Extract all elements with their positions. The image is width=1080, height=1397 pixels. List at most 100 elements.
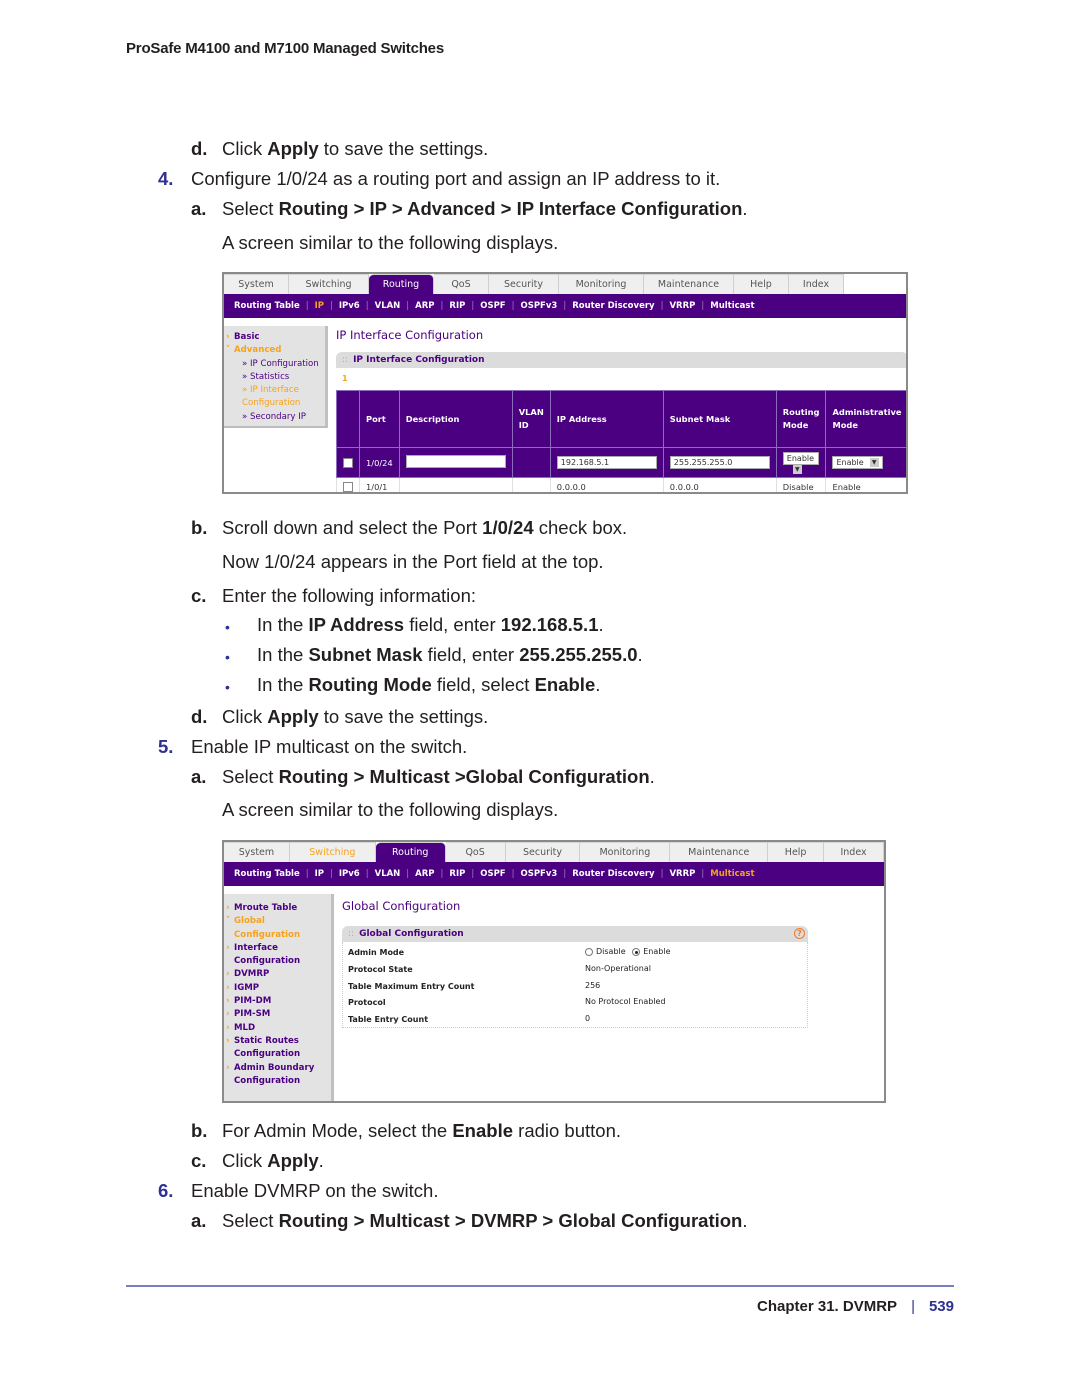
routing-mode-select[interactable]: Enable▼ (782, 451, 820, 474)
ip-address-value: 0.0.0.0 (549, 477, 664, 492)
subnav-ipv6[interactable]: IPv6 (339, 301, 360, 311)
step-5: 5. Enable IP multicast on the switch. (158, 736, 468, 757)
tab-system[interactable]: System (224, 274, 289, 294)
sidebar-item-static-routes[interactable]: › Static Routes (224, 1035, 331, 1048)
subnav-ip[interactable]: IP (315, 301, 324, 311)
sidebar-item-dvmrp[interactable]: › DVMRP (224, 968, 331, 981)
admin-mode-value: Enable (825, 477, 906, 492)
chevron-down-icon: ˅ (226, 345, 231, 356)
chapter-label: Chapter 31. DVMRP (757, 1298, 898, 1315)
sidebar-item-basic[interactable]: › Basic (224, 331, 325, 344)
sidebar-item-pim-sm[interactable]: › PIM-SM (224, 1008, 331, 1021)
main-tabs: System Switching Routing QoS Security Mo… (224, 842, 884, 862)
routing-mode-value: Disable (775, 477, 827, 492)
sidebar-item-static-routes-cont[interactable]: Configuration (224, 1048, 331, 1061)
table-entry-count-value: 0 (585, 1014, 591, 1023)
subnav-router-discovery[interactable]: Router Discovery (572, 869, 654, 879)
step-6: 6. Enable DVMRP on the switch. (158, 1180, 439, 1201)
sidebar-item-mroute-table[interactable]: › Mroute Table (224, 902, 331, 915)
step-5b: b. For Admin Mode, select the Enable radi… (191, 1120, 622, 1141)
subnav-ospf[interactable]: OSPF (480, 301, 505, 311)
sidebar-item-admin-boundary[interactable]: › Admin Boundary (224, 1062, 331, 1075)
protocol-value: No Protocol Enabled (585, 997, 666, 1006)
subnav-rip[interactable]: RIP (449, 869, 465, 879)
subnav-routing-table[interactable]: Routing Table (234, 869, 300, 879)
tab-help[interactable]: Help (768, 842, 825, 862)
subnav-ospf[interactable]: OSPF (480, 869, 505, 879)
sidebar-item-ip-interface-configuration-cont[interactable]: Configuration (224, 397, 325, 410)
subnav-multicast[interactable]: Multicast (710, 869, 754, 879)
footer: Chapter 31. DVMRP | 539 (757, 1298, 954, 1315)
row-checkbox[interactable] (343, 457, 353, 468)
ip-address-input[interactable]: 192.168.5.1 (556, 456, 657, 469)
tab-switching[interactable]: Switching (289, 274, 369, 294)
subnav-multicast[interactable]: Multicast (710, 301, 754, 311)
subnav-vlan[interactable]: VLAN (375, 301, 401, 311)
subnav-ospfv3[interactable]: OSPFv3 (520, 869, 557, 879)
tab-help[interactable]: Help (734, 274, 789, 294)
bullet-routing-mode: • In the Routing Mode field, select Enab… (225, 674, 600, 696)
step-4b: b. Scroll down and select the Port 1/0/24… (191, 517, 628, 538)
tab-maintenance[interactable]: Maintenance (644, 274, 734, 294)
table-entry-count-label: Table Entry Count (348, 1015, 429, 1024)
sidebar-item-global-configuration-cont[interactable]: Configuration (224, 929, 331, 942)
sidebar-item-interface-configuration[interactable]: › Interface (224, 942, 331, 955)
help-icon[interactable]: ? (794, 928, 805, 939)
tab-system[interactable]: System (224, 842, 290, 862)
tab-qos[interactable]: QoS (434, 274, 489, 294)
arrow-icon: › (226, 996, 230, 1007)
admin-mode-select[interactable]: Enable ▼ (832, 456, 883, 469)
step-4d: d. Click Apply to save the settings. (191, 706, 489, 727)
subnet-mask-input[interactable]: 255.255.255.0 (669, 456, 770, 469)
page-number: 539 (928, 1298, 954, 1315)
sidebar-item-mld[interactable]: › MLD (224, 1022, 331, 1035)
subnav-rip[interactable]: RIP (449, 301, 465, 311)
edit-row: 1/0/24 192.168.5.1 255.255.255.0 Enable▼… (336, 447, 906, 478)
subnav-arp[interactable]: ARP (415, 869, 434, 879)
tab-switching[interactable]: Switching (289, 842, 376, 862)
sidebar-item-advanced[interactable]: ˅ Advanced (224, 344, 325, 357)
tab-monitoring[interactable]: Monitoring (580, 842, 671, 862)
col-port: Port (359, 390, 400, 448)
subnav-vrrp[interactable]: VRRP (669, 869, 695, 879)
sidebar-item-interface-configuration-cont[interactable]: Configuration (224, 955, 331, 968)
step-4b-note: Now 1/0/24 appears in the Port field at … (222, 551, 604, 572)
tab-qos[interactable]: QoS (445, 842, 506, 862)
sidebar-item-igmp[interactable]: › IGMP (224, 982, 331, 995)
sidebar-item-pim-dm[interactable]: › PIM-DM (224, 995, 331, 1008)
sidebar-item-global-configuration[interactable]: ˅ Global (224, 915, 331, 928)
tab-maintenance[interactable]: Maintenance (670, 842, 769, 862)
row-checkbox[interactable] (343, 481, 353, 492)
sidebar-item-ip-interface-configuration[interactable]: » IP Interface (224, 384, 325, 397)
tab-routing[interactable]: Routing (369, 274, 434, 294)
subnav-arp[interactable]: ARP (415, 301, 434, 311)
tab-index[interactable]: Index (789, 274, 844, 294)
panel-header: :: Global Configuration (342, 926, 808, 942)
sidebar: › Mroute Table ˅ Global Configuration › Int… (224, 894, 334, 1101)
protocol-state-value: Non-Operational (585, 964, 651, 973)
description-input[interactable] (405, 455, 506, 468)
sidebar-item-admin-boundary-cont[interactable]: Configuration (224, 1075, 331, 1088)
admin-mode-enable-radio[interactable] (632, 947, 641, 956)
subnav-ipv6[interactable]: IPv6 (339, 869, 360, 879)
step-4c: c. Enter the following information: (191, 585, 476, 606)
grip-icon: :: (348, 929, 355, 939)
sidebar-item-secondary-ip[interactable]: » Secondary IP (224, 411, 325, 424)
subnav-routing-table[interactable]: Routing Table (234, 301, 300, 311)
tab-index[interactable]: Index (824, 842, 884, 862)
tab-security[interactable]: Security (505, 842, 581, 862)
sidebar-item-statistics[interactable]: » Statistics (224, 371, 325, 384)
tab-security[interactable]: Security (489, 274, 559, 294)
footer-divider (126, 1285, 954, 1287)
subnav-router-discovery[interactable]: Router Discovery (572, 301, 654, 311)
subnav-ospfv3[interactable]: OSPFv3 (520, 301, 557, 311)
admin-mode-disable-radio[interactable] (585, 947, 593, 956)
tab-routing[interactable]: Routing (375, 842, 446, 862)
sidebar-item-ip-configuration[interactable]: » IP Configuration (224, 358, 325, 371)
ip-interface-table: Port Description VLAN ID IP Address Subn… (336, 390, 906, 492)
chevron-down-icon: ˅ (226, 916, 231, 927)
subnav-vrrp[interactable]: VRRP (669, 301, 695, 311)
subnav-vlan[interactable]: VLAN (375, 869, 401, 879)
tab-monitoring[interactable]: Monitoring (559, 274, 644, 294)
subnav-ip[interactable]: IP (315, 869, 324, 879)
